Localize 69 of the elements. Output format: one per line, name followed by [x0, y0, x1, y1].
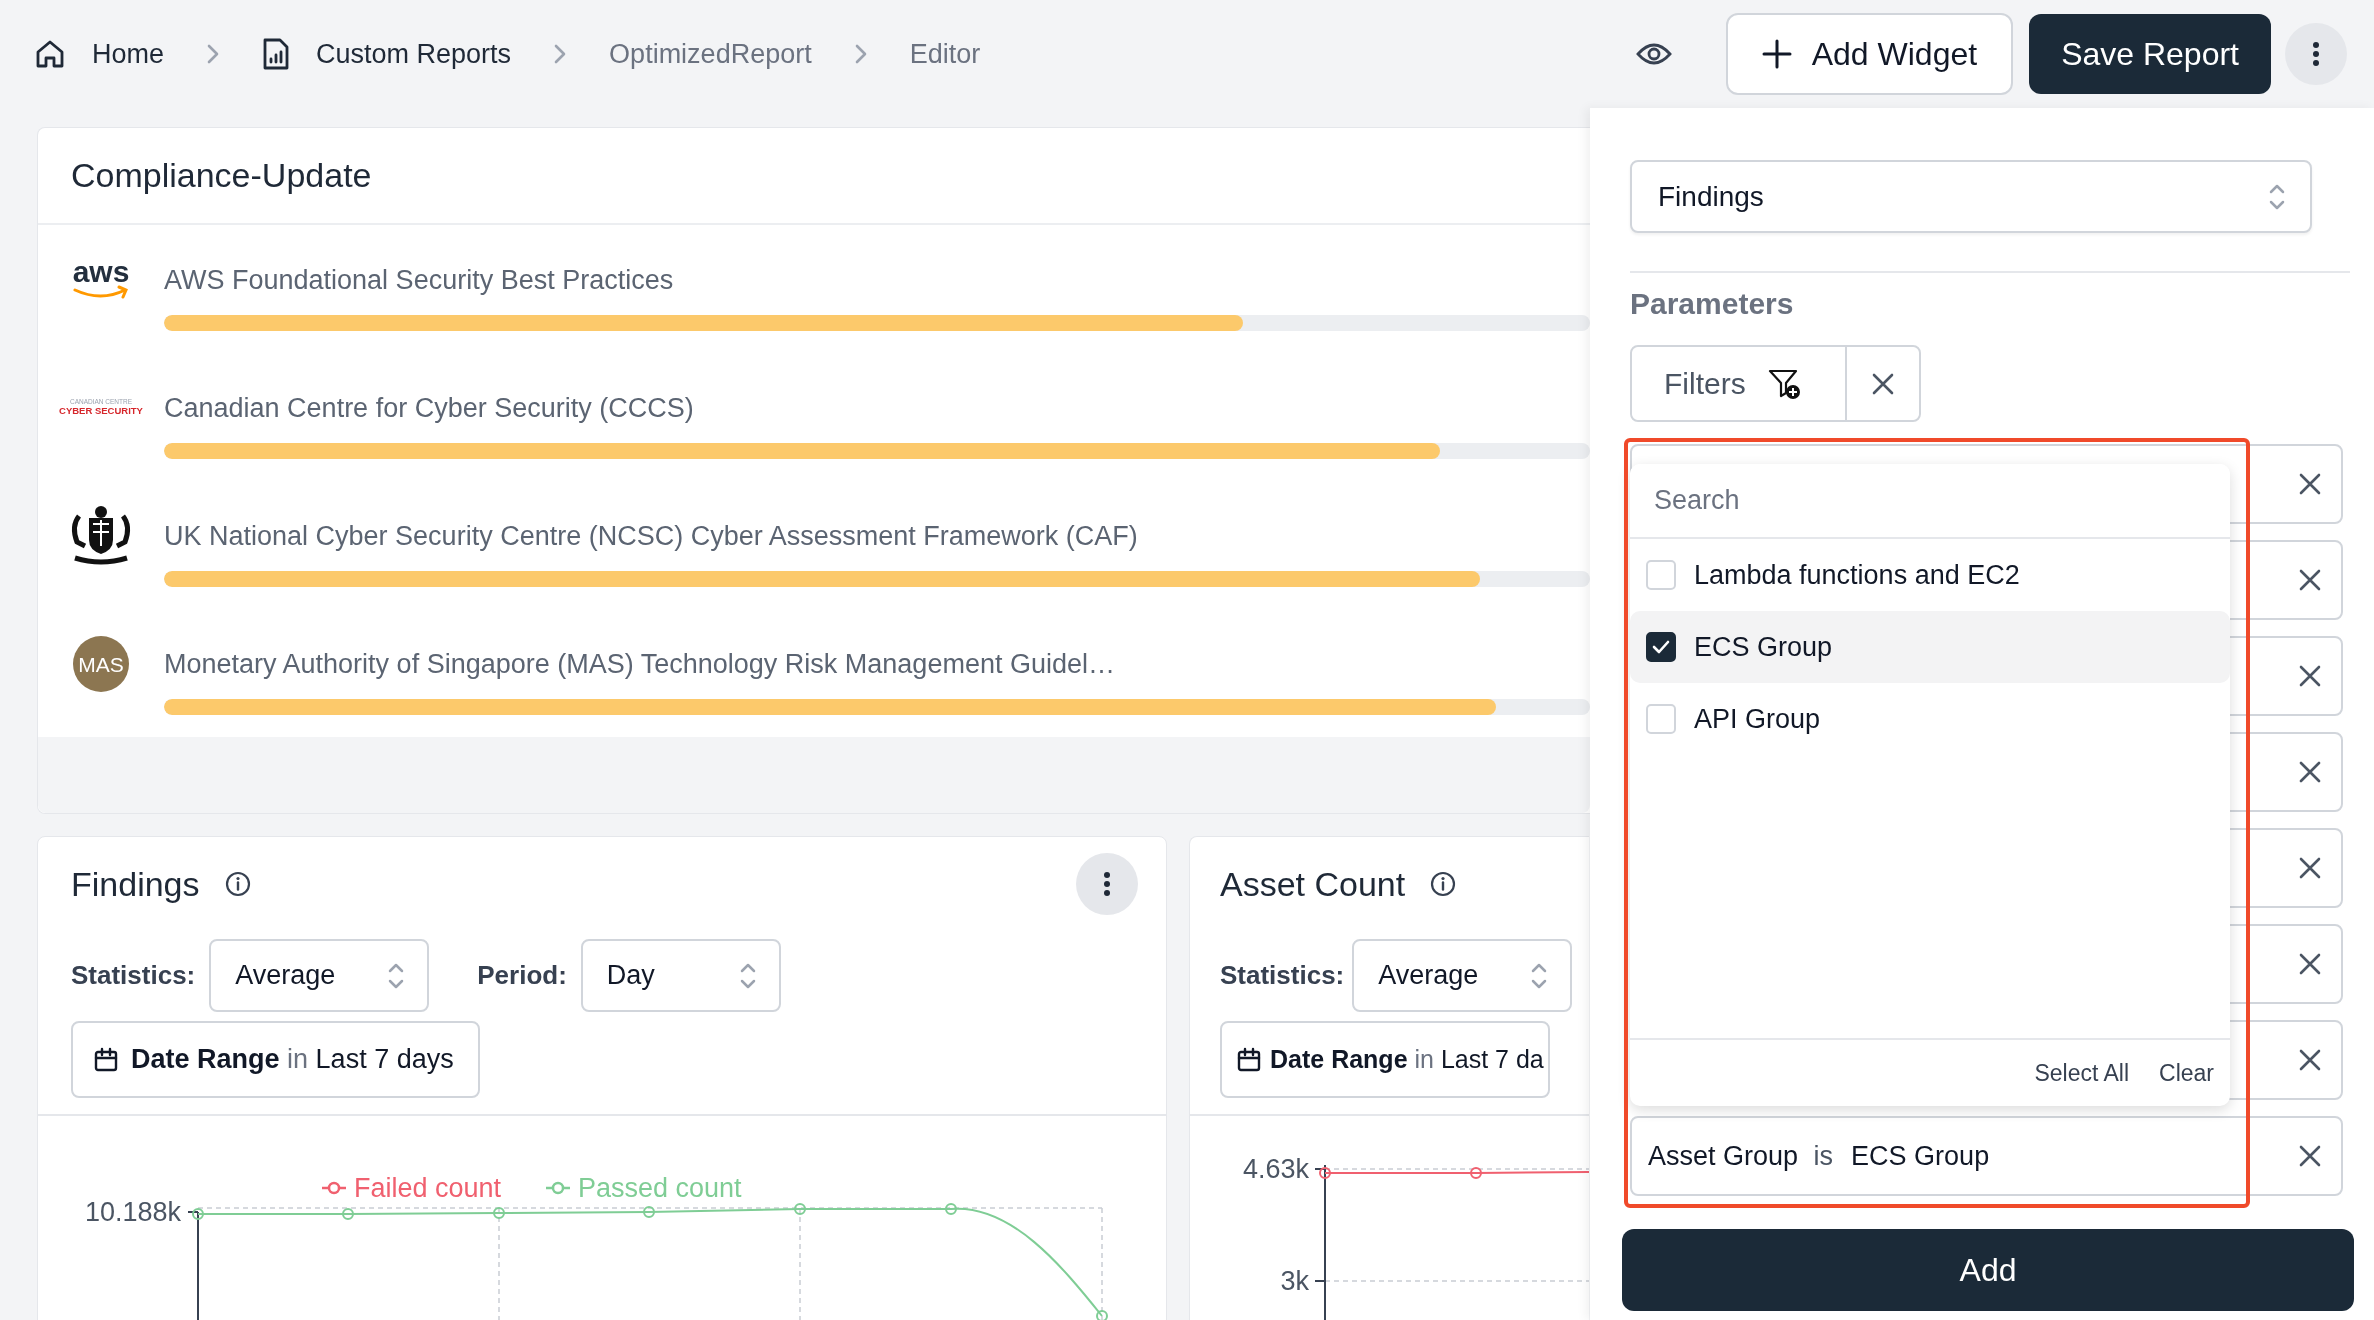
remove-filter-button[interactable]	[2299, 953, 2321, 975]
breadcrumb-link[interactable]: Home	[34, 38, 165, 70]
clear-link[interactable]: Clear	[2159, 1059, 2214, 1087]
widget-title: Asset Count	[1220, 864, 1406, 904]
statistics-select[interactable]: Average	[1352, 939, 1573, 1012]
widget-title: Findings	[71, 864, 200, 904]
source-select[interactable]: Findings	[1630, 160, 2312, 233]
axis-tick-label: 10.188k	[84, 1197, 181, 1227]
statistics-select[interactable]: Average	[209, 939, 430, 1012]
kebab-icon	[2312, 41, 2320, 67]
remove-filter-button[interactable]	[2299, 473, 2321, 495]
checkmark-icon	[1652, 640, 1670, 654]
close-icon	[2299, 473, 2321, 495]
chevron-right-icon	[853, 43, 868, 65]
framework-name: UK National Cyber Security Centre (NCSC) Cyber Assessment Framework (CAF)	[164, 519, 1139, 553]
eye-icon[interactable]	[1635, 41, 1672, 67]
close-icon	[1872, 372, 1894, 395]
dropdown-option[interactable]: API Group	[1630, 683, 2230, 755]
axis-tick-label: 4.63k	[1242, 1154, 1309, 1184]
dropdown-option[interactable]: ECS Group	[1630, 611, 2230, 683]
calendar-icon	[1236, 1046, 1262, 1073]
aws-logo: aws	[67, 258, 135, 302]
info-icon[interactable]	[1429, 870, 1458, 898]
close-icon	[2299, 953, 2321, 975]
remove-filter-button[interactable]	[2299, 857, 2321, 879]
framework-name: Monetary Authority of Singapore (MAS) Technology Risk Management Guidel…	[164, 647, 1116, 681]
mas-logo: MAS	[73, 636, 129, 692]
add-widget-button[interactable]: Add Widget	[1725, 13, 2014, 95]
axis-tick-label: 3k	[1280, 1266, 1309, 1296]
kebab-icon	[1103, 871, 1111, 897]
date-range-button[interactable]: Date Range in Last 7 da	[1220, 1021, 1550, 1098]
framework-name: AWS Foundational Security Best Practices	[164, 263, 675, 297]
plus-icon	[1761, 39, 1792, 69]
chevron-right-icon	[553, 43, 568, 65]
home-icon	[34, 38, 66, 70]
close-icon	[2299, 1145, 2321, 1167]
dropdown-option[interactable]: Lambda functions and EC2	[1630, 539, 2230, 611]
search-field[interactable]: Search	[1630, 464, 2230, 539]
close-icon	[2299, 761, 2321, 783]
remove-filter-button[interactable]	[2299, 1145, 2321, 1167]
chevron-right-icon	[206, 43, 221, 65]
period-select[interactable]: Day	[580, 939, 781, 1012]
remove-filter-button[interactable]	[2299, 665, 2321, 687]
period-label: Period:	[477, 960, 567, 991]
remove-filter-button[interactable]	[2299, 761, 2321, 783]
info-icon[interactable]	[223, 870, 252, 898]
save-report-button[interactable]: Save Report	[2029, 14, 2271, 94]
breadcrumb-link[interactable]: Editor	[909, 38, 981, 70]
remove-filter-button[interactable]	[2299, 1049, 2321, 1071]
section-heading: Parameters	[1630, 287, 1795, 322]
card-title: Compliance-Update	[71, 156, 372, 195]
close-icon	[2299, 665, 2321, 687]
checkbox[interactable]	[1646, 632, 1676, 662]
statistics-label: Statistics:	[1220, 960, 1345, 991]
document-chart-icon	[262, 37, 291, 71]
close-icon	[2299, 857, 2321, 879]
remove-filter-button[interactable]	[2299, 569, 2321, 591]
filter-condition: Asset Group is ECS Group	[1648, 1140, 1990, 1172]
breadcrumb-link[interactable]: OptimizedReport	[609, 38, 812, 70]
calendar-icon	[93, 1046, 119, 1073]
close-icon	[2299, 1049, 2321, 1071]
breadcrumb-link[interactable]: Custom Reports	[262, 37, 512, 71]
statistics-label: Statistics:	[71, 960, 196, 991]
close-icon	[2299, 569, 2321, 591]
select-all-link[interactable]: Select All	[2034, 1059, 2130, 1087]
date-range-button[interactable]: Date Range in Last 7 days	[71, 1021, 480, 1098]
add-button[interactable]: Add	[1622, 1229, 2354, 1311]
filter-add-icon	[1767, 367, 1802, 400]
framework-name: Canadian Centre for Cyber Security (CCCS)	[164, 391, 695, 425]
